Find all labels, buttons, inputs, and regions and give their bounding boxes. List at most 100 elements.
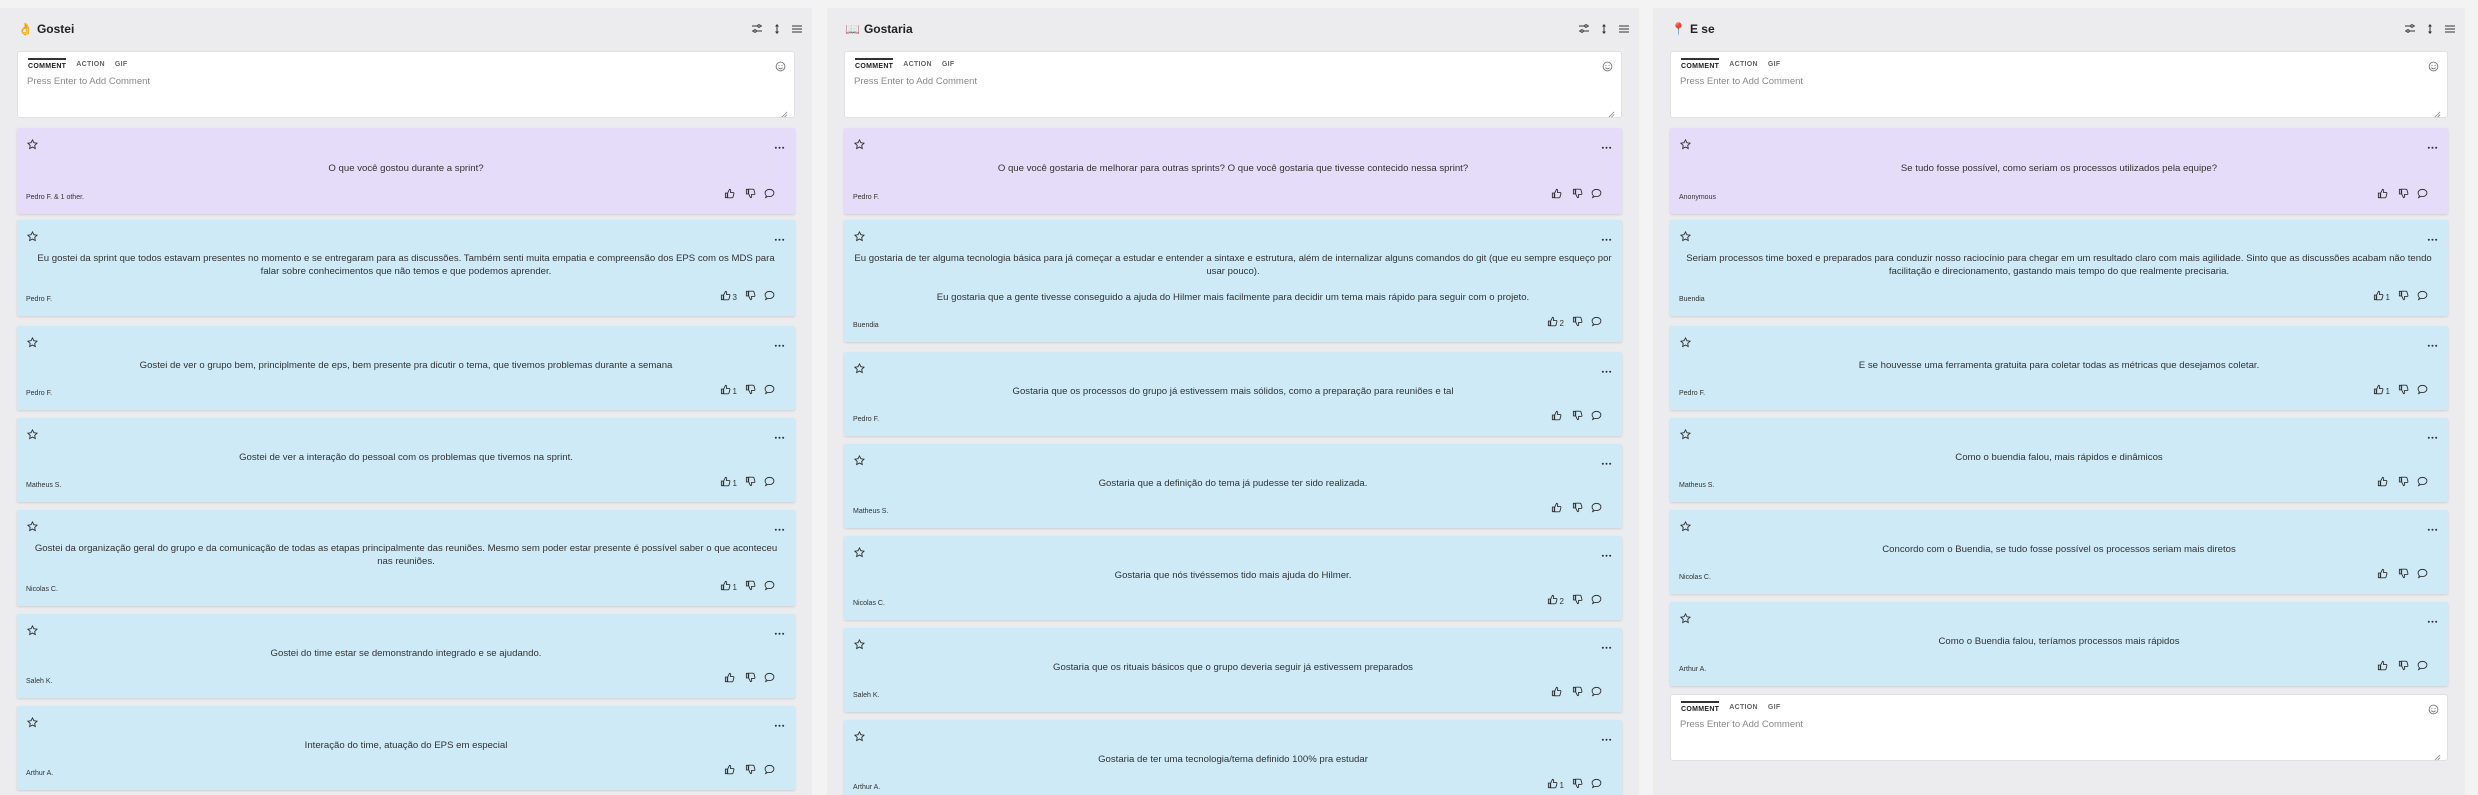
star-icon[interactable] [853,545,865,558]
dislike-button[interactable] [745,382,756,400]
tab-comment[interactable]: COMMENT [855,58,894,72]
dislike-button[interactable] [2398,186,2409,204]
column-menu-icon[interactable] [1617,22,1631,36]
dislike-button[interactable] [2398,382,2409,400]
emoji-picker-icon[interactable] [775,59,786,72]
more-options-icon[interactable] [1601,229,1612,241]
reply-button[interactable] [1591,592,1602,610]
tab-gif[interactable]: GIF [942,58,955,72]
filter-icon[interactable] [1577,22,1591,36]
dislike-button[interactable] [1572,314,1583,332]
like-button[interactable] [2377,566,2390,584]
dislike-button[interactable] [745,670,756,688]
reply-button[interactable] [1591,776,1602,794]
tab-comment[interactable]: COMMENT [1681,58,1720,72]
reply-button[interactable] [764,382,775,400]
sort-icon[interactable] [2423,22,2437,36]
like-button[interactable]: 2 [1547,592,1564,610]
comment-input[interactable] [854,76,1612,106]
reply-button[interactable] [764,288,775,306]
tab-gif[interactable]: GIF [1768,58,1781,72]
star-icon[interactable] [853,137,865,150]
resize-handle-icon[interactable] [2434,748,2441,761]
column-menu-icon[interactable] [790,22,804,36]
star-icon[interactable] [853,453,865,466]
dislike-button[interactable] [1572,186,1583,204]
more-options-icon[interactable] [1601,545,1612,557]
star-icon[interactable] [26,229,38,242]
like-button[interactable]: 1 [2373,382,2390,400]
star-icon[interactable] [853,361,865,374]
column-menu-icon[interactable] [2443,22,2457,36]
more-options-icon[interactable] [2427,137,2438,149]
reply-button[interactable] [1591,408,1602,426]
tab-action[interactable]: ACTION [1729,701,1758,715]
comment-input[interactable] [1680,719,2438,749]
emoji-picker-icon[interactable] [2428,702,2439,715]
dislike-button[interactable] [745,762,756,780]
reply-button[interactable] [764,474,775,492]
more-options-icon[interactable] [1601,453,1612,465]
star-icon[interactable] [1679,335,1691,348]
reply-button[interactable] [2417,474,2428,492]
more-options-icon[interactable] [774,137,785,149]
star-icon[interactable] [853,637,865,650]
star-icon[interactable] [1679,137,1691,150]
resize-handle-icon[interactable] [781,105,788,118]
reply-button[interactable] [1591,500,1602,518]
like-button[interactable] [1551,186,1564,204]
more-options-icon[interactable] [774,335,785,347]
like-button[interactable] [1551,500,1564,518]
more-options-icon[interactable] [774,623,785,635]
dislike-button[interactable] [2398,288,2409,306]
reply-button[interactable] [1591,186,1602,204]
reply-button[interactable] [764,670,775,688]
reply-button[interactable] [2417,288,2428,306]
emoji-picker-icon[interactable] [1602,59,1613,72]
sort-icon[interactable] [770,22,784,36]
dislike-button[interactable] [1572,500,1583,518]
dislike-button[interactable] [1572,408,1583,426]
like-button[interactable] [724,186,737,204]
reply-button[interactable] [764,186,775,204]
comment-input[interactable] [1680,76,2438,106]
like-button[interactable] [724,670,737,688]
more-options-icon[interactable] [1601,729,1612,741]
tab-action[interactable]: ACTION [76,58,105,72]
dislike-button[interactable] [2398,658,2409,676]
more-options-icon[interactable] [2427,427,2438,439]
like-button[interactable] [2377,186,2390,204]
like-button[interactable] [1551,684,1564,702]
emoji-picker-icon[interactable] [2428,59,2439,72]
like-button[interactable]: 3 [720,288,737,306]
more-options-icon[interactable] [774,715,785,727]
more-options-icon[interactable] [774,229,785,241]
dislike-button[interactable] [1572,592,1583,610]
tab-comment[interactable]: COMMENT [1681,701,1720,715]
star-icon[interactable] [853,729,865,742]
reply-button[interactable] [1591,684,1602,702]
tab-action[interactable]: ACTION [1729,58,1758,72]
star-icon[interactable] [1679,427,1691,440]
more-options-icon[interactable] [2427,335,2438,347]
dislike-button[interactable] [745,288,756,306]
like-button[interactable]: 1 [720,382,737,400]
dislike-button[interactable] [745,578,756,596]
reply-button[interactable] [764,578,775,596]
resize-handle-icon[interactable] [2434,105,2441,118]
star-icon[interactable] [853,229,865,242]
star-icon[interactable] [26,623,38,636]
star-icon[interactable] [26,335,38,348]
reply-button[interactable] [2417,658,2428,676]
more-options-icon[interactable] [1601,637,1612,649]
tab-comment[interactable]: COMMENT [28,58,67,72]
like-button[interactable]: 1 [720,578,737,596]
dislike-button[interactable] [2398,566,2409,584]
like-button[interactable] [2377,474,2390,492]
sort-icon[interactable] [1597,22,1611,36]
dislike-button[interactable] [1572,776,1583,794]
like-button[interactable] [724,762,737,780]
star-icon[interactable] [1679,229,1691,242]
filter-icon[interactable] [750,22,764,36]
reply-button[interactable] [1591,314,1602,332]
